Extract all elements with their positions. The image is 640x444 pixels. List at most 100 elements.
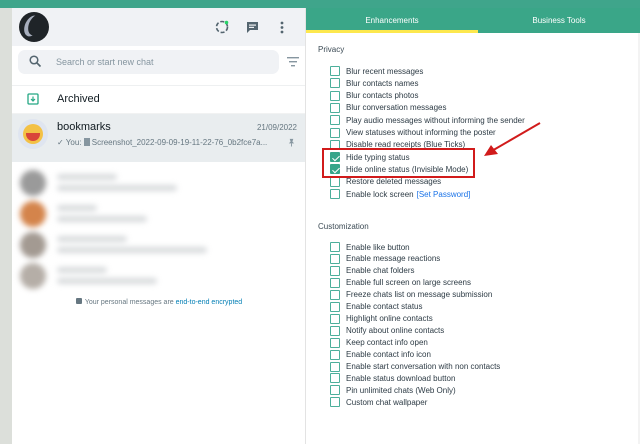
blurred-chat-list bbox=[12, 166, 305, 290]
customization-option[interactable]: Keep contact info open bbox=[330, 337, 428, 349]
privacy-option-label: Blur recent messages bbox=[346, 66, 424, 76]
top-strip bbox=[0, 0, 640, 8]
customization-checkbox[interactable] bbox=[330, 301, 340, 312]
annotation-arrow-icon bbox=[484, 122, 541, 156]
archive-icon bbox=[27, 93, 39, 105]
emoji-face-icon bbox=[23, 124, 43, 144]
search-icon bbox=[29, 55, 42, 68]
customization-checkbox[interactable] bbox=[330, 253, 340, 264]
privacy-option[interactable]: Blur recent messages bbox=[330, 65, 423, 77]
customization-option[interactable]: Notify about online contacts bbox=[330, 325, 444, 337]
customization-option-label: Enable message reactions bbox=[346, 254, 441, 264]
privacy-checkbox[interactable] bbox=[330, 189, 340, 199]
customization-option[interactable]: Enable message reactions bbox=[330, 253, 440, 265]
customization-checkbox[interactable] bbox=[330, 385, 340, 396]
customization-checkbox[interactable] bbox=[330, 325, 340, 336]
left-strip bbox=[0, 8, 12, 444]
set-password-link[interactable]: [Set Password] bbox=[417, 190, 471, 199]
customization-checkbox[interactable] bbox=[330, 265, 340, 276]
status-icon[interactable] bbox=[211, 16, 233, 38]
customization-option-label: Keep contact info open bbox=[346, 338, 428, 348]
archived-label: Archived bbox=[57, 93, 100, 105]
privacy-checkbox[interactable] bbox=[330, 78, 340, 89]
privacy-checkbox[interactable] bbox=[330, 127, 340, 138]
customization-option[interactable]: Freeze chats list on message submission bbox=[330, 289, 492, 301]
annotation-highlight-box bbox=[322, 148, 475, 178]
encryption-notice: Your personal messages are end-to-end en… bbox=[12, 298, 306, 306]
customization-option-label: Enable contact status bbox=[346, 302, 423, 312]
chat-title: bookmarks bbox=[57, 121, 111, 133]
chat-row-bookmarks[interactable]: bookmarks 21/09/2022 ✓ You: Screenshot_2… bbox=[12, 114, 305, 162]
customization-section-title: Customization bbox=[318, 222, 369, 231]
customization-option-label: Enable full screen on large screens bbox=[346, 278, 471, 288]
pin-icon bbox=[288, 138, 295, 147]
customization-option[interactable]: Enable chat folders bbox=[330, 265, 415, 277]
customization-checkbox[interactable] bbox=[330, 397, 340, 408]
archived-row[interactable]: Archived bbox=[12, 86, 305, 114]
privacy-option-label: Blur conversation messages bbox=[346, 103, 447, 113]
settings-tabs: Enhancements Business Tools bbox=[306, 8, 640, 33]
privacy-option[interactable]: Blur contacts photos bbox=[330, 90, 418, 102]
customization-option[interactable]: Enable status download button bbox=[330, 372, 455, 384]
encryption-link[interactable]: end-to-end encrypted bbox=[176, 299, 243, 306]
customization-option[interactable]: Enable full screen on large screens bbox=[330, 277, 471, 289]
customization-option-label: Enable status download button bbox=[346, 373, 456, 383]
customization-option-label: Enable like button bbox=[346, 242, 410, 252]
customization-option[interactable]: Enable contact status bbox=[330, 301, 423, 313]
menu-icon[interactable] bbox=[271, 16, 293, 38]
privacy-option[interactable]: Blur contacts names bbox=[330, 77, 418, 89]
privacy-option-label: Enable lock screen bbox=[346, 189, 414, 199]
customization-checkbox[interactable] bbox=[330, 289, 340, 300]
privacy-option[interactable]: View statuses without informing the post… bbox=[330, 127, 496, 139]
privacy-option-label: Blur contacts names bbox=[346, 78, 419, 88]
customization-option[interactable]: Enable start conversation with non conta… bbox=[330, 361, 500, 373]
settings-panel: Enhancements Business Tools Privacy Blur… bbox=[306, 8, 640, 444]
chat-list-header bbox=[12, 8, 305, 46]
customization-checkbox[interactable] bbox=[330, 361, 340, 372]
encryption-text: Your personal messages are bbox=[84, 299, 176, 306]
tab-business-tools[interactable]: Business Tools bbox=[478, 8, 640, 33]
chat-preview: ✓ You: Screenshot_2022-09-09-19-11-22-76… bbox=[57, 138, 287, 147]
customization-checkbox[interactable] bbox=[330, 373, 340, 384]
filter-icon[interactable] bbox=[286, 56, 300, 68]
chat-preview-text: Screenshot_2022-09-09-19-11-22-76_0b2fce… bbox=[91, 138, 268, 147]
new-chat-icon[interactable] bbox=[241, 16, 263, 38]
customization-option-label: Enable chat folders bbox=[346, 266, 415, 276]
customization-option-label: Enable contact info icon bbox=[346, 350, 431, 360]
privacy-checkbox[interactable] bbox=[330, 176, 340, 187]
customization-option[interactable]: Pin unlimited chats (Web Only) bbox=[330, 384, 456, 396]
privacy-option[interactable]: Enable lock screen [Set Password] bbox=[330, 188, 470, 200]
customization-checkbox[interactable] bbox=[330, 349, 340, 360]
search-input[interactable] bbox=[56, 53, 266, 71]
customization-option[interactable]: Enable like button bbox=[330, 241, 410, 253]
customization-checkbox[interactable] bbox=[330, 277, 340, 288]
privacy-option-label: View statuses without informing the post… bbox=[346, 128, 496, 137]
privacy-option[interactable]: Blur conversation messages bbox=[330, 102, 447, 114]
customization-option-label: Highlight online contacts bbox=[346, 314, 433, 324]
customization-option[interactable]: Highlight online contacts bbox=[330, 313, 433, 325]
customization-checkbox[interactable] bbox=[330, 313, 340, 324]
privacy-checkbox[interactable] bbox=[330, 102, 340, 113]
customization-option[interactable]: Enable contact info icon bbox=[330, 349, 431, 361]
customization-checkbox[interactable] bbox=[330, 242, 340, 252]
customization-option-label: Notify about online contacts bbox=[346, 326, 445, 336]
privacy-checkbox[interactable] bbox=[330, 90, 340, 101]
privacy-checkbox[interactable] bbox=[330, 66, 340, 76]
active-tab-indicator bbox=[306, 30, 478, 33]
customization-option[interactable]: Custom chat wallpaper bbox=[330, 396, 427, 408]
lock-icon bbox=[75, 298, 82, 304]
avatar[interactable] bbox=[19, 12, 49, 42]
privacy-option-label: Blur contacts photos bbox=[346, 91, 419, 101]
search-box[interactable] bbox=[18, 50, 279, 74]
customization-option-label: Enable start conversation with non conta… bbox=[346, 362, 501, 371]
privacy-checkbox[interactable] bbox=[330, 115, 340, 126]
chat-avatar bbox=[18, 119, 48, 149]
read-receipt-prefix: ✓ You: bbox=[57, 138, 84, 147]
customization-option-label: Custom chat wallpaper bbox=[346, 397, 428, 407]
chat-date: 21/09/2022 bbox=[256, 123, 297, 132]
customization-option-label: Pin unlimited chats (Web Only) bbox=[346, 385, 456, 395]
privacy-option-label: Restore deleted messages bbox=[346, 177, 442, 187]
document-icon bbox=[83, 138, 90, 146]
customization-checkbox[interactable] bbox=[330, 337, 340, 348]
privacy-section-title: Privacy bbox=[318, 45, 345, 54]
